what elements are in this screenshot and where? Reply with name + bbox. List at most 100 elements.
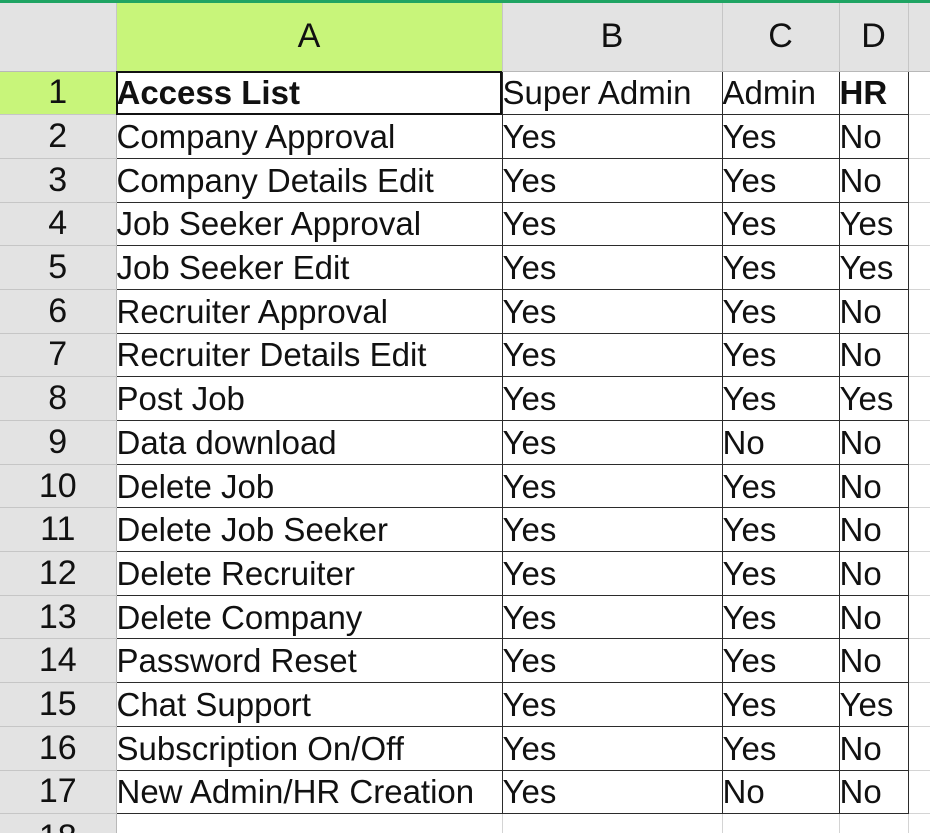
grid-cell[interactable]: Delete Job [116, 464, 503, 509]
grid-cell[interactable]: Job Seeker Approval [116, 202, 503, 247]
grid-cell[interactable]: Delete Company [116, 595, 503, 640]
grid-cell[interactable]: Yes [502, 595, 723, 640]
grid-cell[interactable]: Yes [502, 638, 723, 684]
grid-cell[interactable]: Yes [502, 682, 723, 727]
row-header[interactable]: 2 [0, 114, 117, 159]
grid-cell[interactable]: Yes [502, 464, 723, 509]
grid-cell[interactable]: Recruiter Details Edit [116, 333, 503, 378]
grid-cell[interactable]: HR [839, 71, 909, 116]
grid-cell[interactable] [116, 813, 503, 833]
grid-cell[interactable]: Yes [839, 376, 909, 421]
row-header[interactable]: 5 [0, 245, 117, 290]
row-header[interactable]: 11 [0, 507, 117, 553]
grid-cell[interactable]: Chat Support [116, 682, 503, 727]
selected-cell[interactable]: Access List [116, 71, 503, 116]
row-header[interactable]: 15 [0, 682, 117, 727]
grid-cell[interactable]: Delete Recruiter [116, 551, 503, 596]
grid-cell[interactable]: Yes [722, 638, 840, 684]
grid-cell[interactable] [908, 813, 930, 833]
grid-cell[interactable]: Yes [502, 289, 723, 334]
grid-cell[interactable]: Yes [502, 551, 723, 596]
grid-cell[interactable] [908, 420, 930, 465]
grid-cell[interactable]: Yes [839, 682, 909, 727]
grid-cell[interactable]: New Admin/HR Creation [116, 770, 503, 815]
grid-cell[interactable]: Yes [502, 420, 723, 465]
select-all-corner[interactable] [0, 3, 117, 72]
grid-cell[interactable] [502, 813, 723, 833]
grid-cell[interactable]: Yes [502, 202, 723, 247]
grid-cell[interactable]: No [839, 464, 909, 509]
grid-cell[interactable] [908, 289, 930, 334]
grid-cell[interactable]: Yes [722, 289, 840, 334]
grid-cell[interactable]: Yes [502, 770, 723, 815]
row-header[interactable]: 7 [0, 333, 117, 378]
row-header[interactable]: 10 [0, 464, 117, 509]
column-header-c[interactable]: C [722, 3, 840, 72]
grid-cell[interactable]: Yes [722, 158, 840, 203]
grid-cell[interactable]: Yes [722, 507, 840, 553]
grid-cell[interactable] [908, 71, 930, 116]
grid-cell[interactable]: Yes [502, 376, 723, 421]
grid-cell[interactable] [908, 682, 930, 727]
row-header[interactable]: 13 [0, 595, 117, 640]
grid-cell[interactable] [722, 813, 840, 833]
grid-cell[interactable]: Yes [722, 202, 840, 247]
column-header-b[interactable]: B [502, 3, 723, 72]
grid-cell[interactable]: Yes [502, 726, 723, 771]
grid-cell[interactable]: Yes [839, 202, 909, 247]
grid-cell[interactable] [908, 770, 930, 815]
grid-cell[interactable] [908, 507, 930, 553]
row-header[interactable]: 6 [0, 289, 117, 334]
grid-cell[interactable]: No [839, 638, 909, 684]
grid-cell[interactable]: Admin [722, 71, 840, 116]
grid-cell[interactable]: No [839, 420, 909, 465]
grid-cell[interactable]: No [722, 770, 840, 815]
grid-cell[interactable] [908, 245, 930, 290]
grid-cell[interactable] [908, 551, 930, 596]
grid-cell[interactable]: Yes [722, 682, 840, 727]
grid-cell[interactable]: Yes [502, 245, 723, 290]
column-header-e-partial[interactable] [908, 3, 930, 72]
grid-cell[interactable] [908, 202, 930, 247]
row-header[interactable]: 14 [0, 638, 117, 684]
grid-cell[interactable]: Data download [116, 420, 503, 465]
grid-cell[interactable]: Super Admin [502, 71, 723, 116]
row-header[interactable]: 9 [0, 420, 117, 465]
grid-cell[interactable]: Yes [722, 376, 840, 421]
grid-cell[interactable]: Yes [502, 114, 723, 159]
grid-cell[interactable] [839, 813, 909, 833]
grid-cell[interactable]: No [839, 595, 909, 640]
grid-cell[interactable] [908, 333, 930, 378]
grid-cell[interactable] [908, 464, 930, 509]
row-header[interactable]: 4 [0, 202, 117, 247]
row-header[interactable]: 8 [0, 376, 117, 421]
grid-cell[interactable]: Yes [502, 333, 723, 378]
column-header-d[interactable]: D [839, 3, 909, 72]
row-header[interactable]: 17 [0, 770, 117, 815]
grid-cell[interactable]: Yes [722, 245, 840, 290]
grid-cell[interactable] [908, 595, 930, 640]
grid-cell[interactable]: Yes [839, 245, 909, 290]
grid-cell[interactable]: No [839, 507, 909, 553]
grid-cell[interactable]: Subscription On/Off [116, 726, 503, 771]
grid-cell[interactable]: Company Approval [116, 114, 503, 159]
grid-cell[interactable]: Password Reset [116, 638, 503, 684]
grid-cell[interactable]: Recruiter Approval [116, 289, 503, 334]
grid-cell[interactable]: Yes [722, 551, 840, 596]
grid-cell[interactable]: No [839, 726, 909, 771]
grid-cell[interactable] [908, 114, 930, 159]
grid-cell[interactable] [908, 376, 930, 421]
row-header[interactable]: 18 [0, 813, 117, 833]
grid-cell[interactable] [908, 158, 930, 203]
grid-cell[interactable]: No [722, 420, 840, 465]
grid-cell[interactable]: No [839, 333, 909, 378]
grid-cell[interactable]: Yes [502, 507, 723, 553]
grid-cell[interactable]: Delete Job Seeker [116, 507, 503, 553]
grid-cell[interactable]: Yes [722, 726, 840, 771]
grid-cell[interactable]: Yes [722, 114, 840, 159]
grid-cell[interactable]: Yes [722, 464, 840, 509]
grid-cell[interactable]: No [839, 289, 909, 334]
grid-cell[interactable]: No [839, 770, 909, 815]
grid-cell[interactable] [908, 638, 930, 684]
grid-cell[interactable]: Company Details Edit [116, 158, 503, 203]
